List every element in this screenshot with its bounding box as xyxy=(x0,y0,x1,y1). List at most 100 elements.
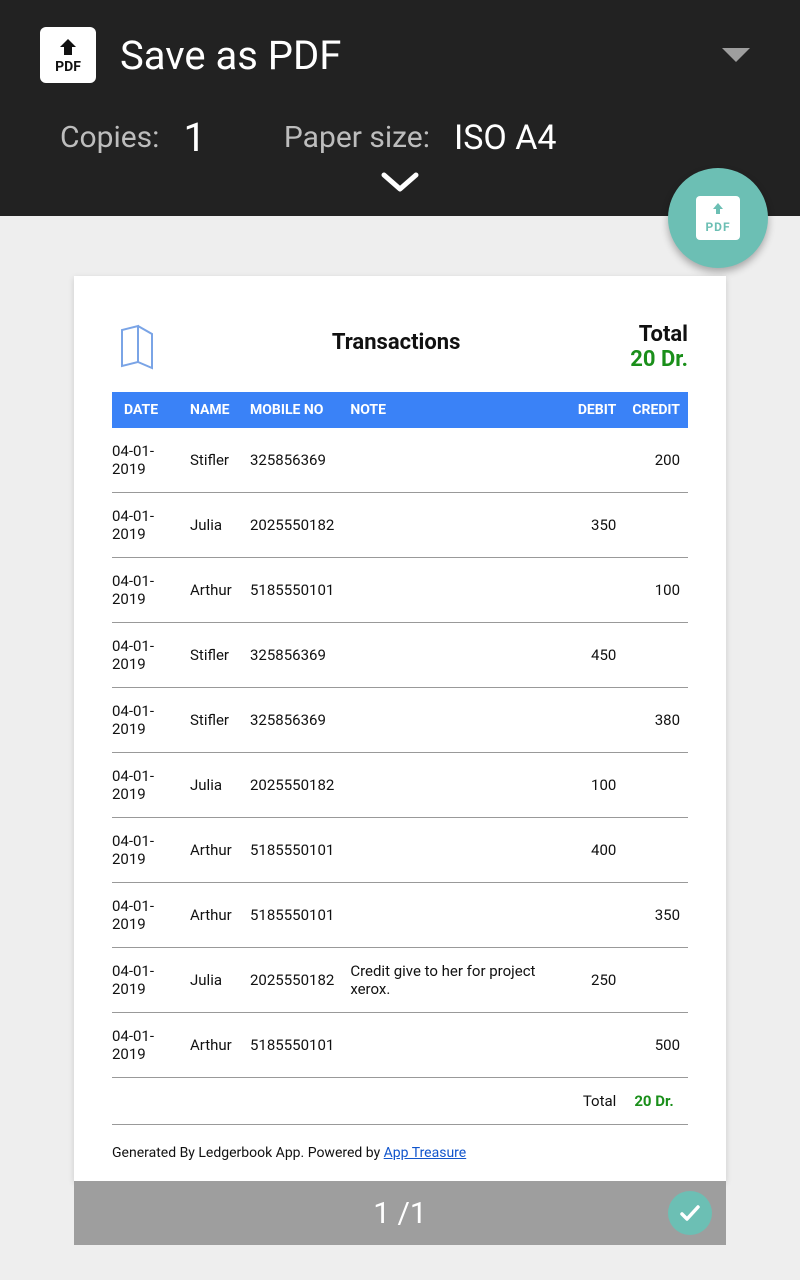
total-value: 20 Dr. xyxy=(630,347,688,372)
generated-prefix: Generated By Ledgerbook App. Powered by xyxy=(112,1145,384,1161)
cell-debit: 350 xyxy=(568,493,624,558)
cell-debit: 400 xyxy=(568,818,624,883)
table-total-row: Total20 Dr. xyxy=(112,1078,688,1125)
cell-debit: 450 xyxy=(568,623,624,688)
cell-name: Arthur xyxy=(182,818,242,883)
col-mobile: MOBILE NO xyxy=(242,392,342,428)
col-date: DATE xyxy=(112,392,182,428)
table-row: 04-01-2019Stifler325856369 380 xyxy=(112,688,688,753)
cell-mobile: 2025550182 xyxy=(242,948,342,1013)
cell-mobile: 5185550101 xyxy=(242,1013,342,1078)
cell-name: Arthur xyxy=(182,883,242,948)
cell-credit: 200 xyxy=(624,428,688,493)
cell-name: Stifler xyxy=(182,623,242,688)
table-row: 04-01-2019Julia2025550182 350 xyxy=(112,493,688,558)
cell-credit: 380 xyxy=(624,688,688,753)
cell-debit xyxy=(568,428,624,493)
document-header: Transactions Total 20 Dr. xyxy=(112,320,688,376)
transactions-table: DATE NAME MOBILE NO NOTE DEBIT CREDIT 04… xyxy=(112,392,688,1125)
cell-note xyxy=(342,428,568,493)
cell-date: 04-01-2019 xyxy=(112,623,182,688)
print-options-row: Copies: 1 Paper size: ISO A4 xyxy=(0,90,800,161)
cell-credit: 500 xyxy=(624,1013,688,1078)
cell-mobile: 325856369 xyxy=(242,428,342,493)
pdf-download-icon: PDF xyxy=(696,196,740,240)
page-preview[interactable]: Transactions Total 20 Dr. DATE NAME MOBI… xyxy=(74,276,726,1181)
paper-size-value[interactable]: ISO A4 xyxy=(454,118,557,158)
printer-destination-row[interactable]: PDF Save as PDF xyxy=(0,20,800,90)
cell-mobile: 325856369 xyxy=(242,688,342,753)
cell-mobile: 5185550101 xyxy=(242,883,342,948)
svg-text:PDF: PDF xyxy=(55,59,81,75)
cell-credit xyxy=(624,948,688,1013)
cell-name: Stifler xyxy=(182,688,242,753)
cell-credit xyxy=(624,753,688,818)
cell-date: 04-01-2019 xyxy=(112,558,182,623)
col-credit: CREDIT xyxy=(624,392,688,428)
preview-area: Transactions Total 20 Dr. DATE NAME MOBI… xyxy=(0,216,800,1245)
cell-date: 04-01-2019 xyxy=(112,688,182,753)
cell-name: Arthur xyxy=(182,1013,242,1078)
cell-credit xyxy=(624,818,688,883)
cell-date: 04-01-2019 xyxy=(112,818,182,883)
table-row: 04-01-2019Arthur5185550101 500 xyxy=(112,1013,688,1078)
cell-credit xyxy=(624,493,688,558)
cell-debit xyxy=(568,1013,624,1078)
cell-mobile: 2025550182 xyxy=(242,493,342,558)
cell-date: 04-01-2019 xyxy=(112,493,182,558)
cell-credit: 350 xyxy=(624,883,688,948)
cell-note xyxy=(342,558,568,623)
cell-date: 04-01-2019 xyxy=(112,948,182,1013)
confirm-button[interactable] xyxy=(668,1191,712,1235)
cell-note xyxy=(342,883,568,948)
cell-date: 04-01-2019 xyxy=(112,428,182,493)
page-navigation-bar: 1 /1 xyxy=(74,1181,726,1245)
generated-by-text: Generated By Ledgerbook App. Powered by … xyxy=(112,1145,688,1161)
cell-debit xyxy=(568,688,624,753)
paper-size-label: Paper size: xyxy=(284,120,430,155)
copies-label: Copies: xyxy=(60,120,159,155)
table-row: 04-01-2019Stifler325856369 200 xyxy=(112,428,688,493)
footer-total-value: 20 Dr. xyxy=(624,1078,688,1125)
cell-mobile: 325856369 xyxy=(242,623,342,688)
pdf-destination-icon: PDF xyxy=(40,27,96,83)
table-row: 04-01-2019Arthur5185550101 400 xyxy=(112,818,688,883)
footer-total-label: Total xyxy=(112,1078,624,1125)
cell-name: Julia xyxy=(182,493,242,558)
table-row: 04-01-2019Arthur5185550101 100 xyxy=(112,558,688,623)
cell-debit: 250 xyxy=(568,948,624,1013)
col-note: NOTE xyxy=(342,392,568,428)
chevron-down-icon xyxy=(378,169,422,197)
table-row: 04-01-2019Julia2025550182Credit give to … xyxy=(112,948,688,1013)
document-total: Total 20 Dr. xyxy=(630,320,688,372)
cell-credit: 100 xyxy=(624,558,688,623)
cell-debit xyxy=(568,558,624,623)
col-name: NAME xyxy=(182,392,242,428)
table-row: 04-01-2019Arthur5185550101350 xyxy=(112,883,688,948)
app-logo-icon xyxy=(112,320,162,376)
cell-mobile: 2025550182 xyxy=(242,753,342,818)
copies-value[interactable]: 1 xyxy=(183,114,205,161)
page-count: 1 /1 xyxy=(373,1196,427,1231)
cell-note: Credit give to her for project xerox. xyxy=(342,948,568,1013)
cell-name: Arthur xyxy=(182,558,242,623)
cell-debit: 100 xyxy=(568,753,624,818)
cell-note xyxy=(342,818,568,883)
cell-note xyxy=(342,623,568,688)
cell-note xyxy=(342,493,568,558)
cell-name: Stifler xyxy=(182,428,242,493)
col-debit: DEBIT xyxy=(568,392,624,428)
cell-name: Julia xyxy=(182,948,242,1013)
cell-note xyxy=(342,1013,568,1078)
cell-mobile: 5185550101 xyxy=(242,558,342,623)
cell-mobile: 5185550101 xyxy=(242,818,342,883)
cell-credit xyxy=(624,623,688,688)
printer-destination-title: Save as PDF xyxy=(120,32,722,79)
table-row: 04-01-2019Julia2025550182100 xyxy=(112,753,688,818)
check-icon xyxy=(678,1201,702,1225)
cell-debit xyxy=(568,883,624,948)
cell-date: 04-01-2019 xyxy=(112,1013,182,1078)
save-pdf-fab[interactable]: PDF xyxy=(668,168,768,268)
total-label: Total xyxy=(630,322,688,347)
app-treasure-link[interactable]: App Treasure xyxy=(384,1145,467,1161)
